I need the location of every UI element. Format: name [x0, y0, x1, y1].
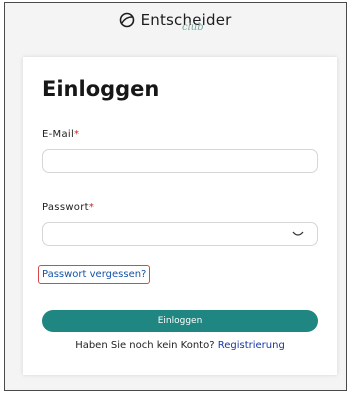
email-label: E-Mail* — [42, 129, 79, 140]
password-label: Passwort* — [42, 202, 94, 213]
login-button[interactable]: Einloggen — [42, 310, 318, 332]
password-field[interactable] — [42, 222, 318, 246]
forgot-password-link[interactable]: Passwort vergessen? — [38, 265, 151, 284]
required-mark: * — [74, 129, 80, 140]
eye-icon[interactable] — [292, 230, 304, 238]
login-card: Einloggen E-Mail* Passwort* Passwort ver… — [23, 57, 337, 375]
browser-viewport: Entscheider club Einloggen E-Mail* Passw… — [4, 2, 347, 391]
register-link[interactable]: Registrierung — [218, 340, 285, 351]
email-field[interactable] — [42, 149, 318, 173]
no-account-text: Haben Sie noch kein Konto? — [75, 340, 215, 351]
brand-subtitle: club — [182, 22, 204, 33]
leaf-circle-icon — [120, 12, 135, 27]
required-mark: * — [88, 202, 95, 213]
signup-line: Haben Sie noch kein Konto? Registrierung — [23, 340, 337, 351]
page-title: Einloggen — [42, 77, 160, 101]
brand-logo[interactable]: Entscheider — [5, 9, 346, 35]
password-label-text: Passwort — [42, 202, 89, 213]
email-label-text: E-Mail — [42, 129, 75, 140]
